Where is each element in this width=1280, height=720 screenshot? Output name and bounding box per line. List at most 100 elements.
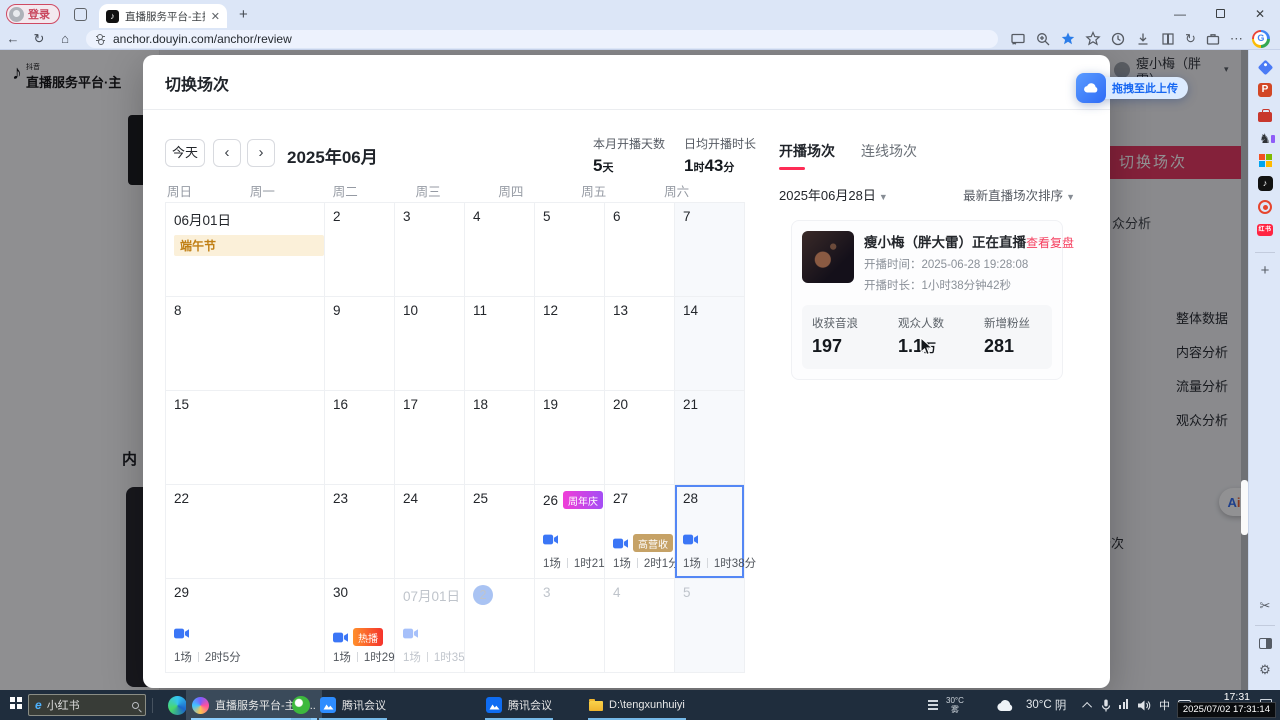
taskbar-meeting-1[interactable]: 腾讯会议 (314, 690, 392, 720)
view-replay-link[interactable]: 查看复盘 (1026, 234, 1074, 251)
calendar-cell-9[interactable]: 9 (325, 297, 394, 390)
briefcase-icon[interactable] (1205, 31, 1221, 47)
page-scrollbar[interactable] (1241, 50, 1248, 690)
speaker-icon[interactable] (1138, 690, 1151, 720)
chess-icon[interactable]: ♞ (1249, 132, 1280, 146)
more-icon[interactable]: ⋯ (1230, 31, 1243, 47)
taskbar-meeting-2[interactable]: 腾讯会议 (480, 690, 558, 720)
browser-login-button[interactable]: 登录 (6, 4, 60, 24)
tab-close-icon[interactable]: ✕ (211, 10, 220, 23)
next-month-button[interactable]: › (247, 139, 275, 167)
modal-title: 切换场次 (165, 71, 229, 95)
calendar-cell-10[interactable]: 10 (395, 297, 464, 390)
day-number: 29 (174, 585, 189, 600)
restore-button[interactable] (1200, 7, 1240, 21)
microphone-icon[interactable] (1101, 690, 1111, 720)
zoom-icon[interactable] (1035, 31, 1051, 47)
toolbox-icon[interactable] (1249, 109, 1280, 122)
calendar-cell-0601[interactable]: 06月01日端午节 (166, 203, 324, 296)
weather-mini[interactable]: 30°C 雾 (946, 690, 964, 720)
calendar-cell-3[interactable]: 3 (395, 203, 464, 296)
badge-anniversary: 周年庆 (563, 491, 603, 509)
drag-upload-button[interactable]: 拖拽至此上传 (1076, 73, 1188, 103)
taskbar-folder[interactable]: D:\tengxunhuiyi (583, 690, 691, 720)
calendar-cell-20[interactable]: 20 (605, 391, 674, 484)
calendar-cell-21[interactable]: 21 (675, 391, 744, 484)
bookmark-filled-icon[interactable] (1060, 31, 1076, 47)
back-icon[interactable]: ← (0, 31, 26, 46)
calendar-cell-5[interactable]: 5 (675, 579, 744, 672)
settings-gear-icon[interactable]: ⚙ (1249, 662, 1280, 678)
weather-text[interactable]: 30°C 阴 (1026, 690, 1066, 720)
calendar-cell-5[interactable]: 5 (535, 203, 604, 296)
reload-icon[interactable]: ↻ (26, 31, 52, 47)
tab-link-sessions[interactable]: 连线场次 (861, 141, 917, 170)
taskbar-search[interactable]: e 小红书 (28, 694, 146, 716)
calendar-cell-18[interactable]: 18 (465, 391, 534, 484)
office-squares-icon[interactable] (1249, 154, 1280, 167)
calendar-cell-15[interactable]: 15 (166, 391, 324, 484)
site-settings-icon[interactable] (96, 36, 105, 42)
calendar-cell-0701[interactable]: 07月01日1场1时35分 (395, 579, 464, 672)
ime-indicator[interactable]: 中 (1159, 690, 1170, 720)
calendar-cell-19[interactable]: 19 (535, 391, 604, 484)
calendar-cell-24[interactable]: 24 (395, 485, 464, 578)
calendar-cell-27[interactable]: 27高营收1场2时1分 (605, 485, 674, 578)
calendar-cell-2[interactable]: 2 (465, 579, 534, 672)
url-bar[interactable]: anchor.douyin.com/anchor/review (86, 30, 998, 48)
tab-search-icon[interactable] (74, 8, 87, 21)
calendar-cell-6[interactable]: 6 (605, 203, 674, 296)
split-view-icon[interactable] (1249, 638, 1280, 649)
add-icon[interactable]: + (1249, 262, 1280, 279)
taskbar-green-app[interactable] (286, 690, 316, 720)
calendar-cell-25[interactable]: 25 (465, 485, 534, 578)
minimize-button[interactable]: — (1160, 7, 1200, 21)
calendar-cell-30[interactable]: 30热播1场1时29分 (325, 579, 394, 672)
close-button[interactable]: ✕ (1240, 7, 1280, 21)
calendar-cell-22[interactable]: 22 (166, 485, 324, 578)
network-signal-icon[interactable] (1119, 690, 1130, 720)
download-icon[interactable] (1135, 31, 1151, 47)
calendar-cell-4[interactable]: 4 (605, 579, 674, 672)
calendar-cell-13[interactable]: 13 (605, 297, 674, 390)
calendar-cell-26[interactable]: 26周年庆1场1时21分 (535, 485, 604, 578)
calendar-cell-8[interactable]: 8 (166, 297, 324, 390)
calendar-cell-14[interactable]: 14 (675, 297, 744, 390)
calendar-cell-17[interactable]: 17 (395, 391, 464, 484)
powerpoint-icon[interactable]: P (1249, 83, 1280, 97)
history-clock-icon[interactable] (1110, 31, 1126, 47)
cast-icon[interactable] (1010, 31, 1026, 47)
new-tab-button[interactable]: + (239, 6, 248, 23)
windows-start-button[interactable] (10, 690, 23, 720)
reading-list-icon[interactable] (1160, 31, 1176, 47)
tray-expand-icon[interactable] (1085, 690, 1092, 720)
browser-tab[interactable]: ♪ 直播服务平台-主播版 ✕ (99, 4, 227, 28)
calendar-cell-23[interactable]: 23 (325, 485, 394, 578)
calendar-cell-11[interactable]: 11 (465, 297, 534, 390)
calendar-cell-2[interactable]: 2 (325, 203, 394, 296)
calendar-cell-3[interactable]: 3 (535, 579, 604, 672)
date-filter-dropdown[interactable]: 2025年06月28日▼ (779, 185, 888, 204)
google-profile-icon[interactable]: G (1252, 30, 1270, 48)
calendar-cell-4[interactable]: 4 (465, 203, 534, 296)
today-button[interactable]: 今天 (165, 139, 205, 167)
weibo-icon[interactable] (1249, 200, 1280, 214)
prev-month-button[interactable]: ‹ (213, 139, 241, 167)
bookmark-tag-icon[interactable] (1249, 62, 1280, 73)
browser-sidebar: P ♞ ♪ 红书 + ✂ ⚙ (1248, 50, 1280, 690)
scrollbar-thumb[interactable] (1241, 480, 1248, 535)
douyin-icon[interactable]: ♪ (1249, 176, 1280, 191)
calendar-cell-16[interactable]: 16 (325, 391, 394, 484)
calendar-cell-28[interactable]: 281场1时38分 (675, 485, 744, 578)
xiaohongshu-icon[interactable]: 红书 (1249, 224, 1280, 236)
tab-live-sessions[interactable]: 开播场次 (779, 141, 835, 170)
restore-session-icon[interactable]: ↻ (1185, 31, 1196, 47)
screenshot-scissors-icon[interactable]: ✂ (1249, 598, 1280, 614)
home-icon[interactable]: ⌂ (52, 31, 78, 46)
weather-menu-icon[interactable] (928, 690, 938, 720)
calendar-cell-29[interactable]: 291场2时5分 (166, 579, 324, 672)
sort-dropdown[interactable]: 最新直播场次排序▼ (963, 185, 1075, 204)
bookmark-outline-icon[interactable] (1085, 31, 1101, 47)
calendar-cell-12[interactable]: 12 (535, 297, 604, 390)
calendar-cell-7[interactable]: 7 (675, 203, 744, 296)
